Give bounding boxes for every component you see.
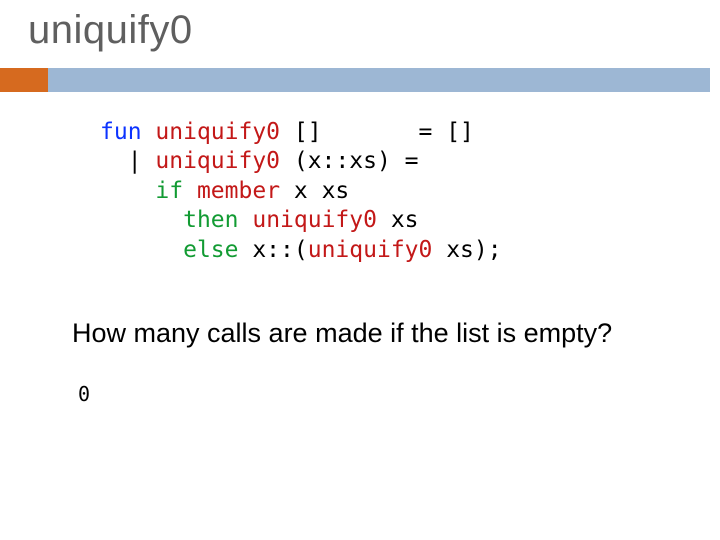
answer-text: 0 [78,382,90,406]
code-text [100,207,183,233]
ident-uniquify0: uniquify0 [155,148,280,174]
ident-uniquify0: uniquify0 [252,207,377,233]
code-text: xs); [432,237,501,263]
code-text: | [100,148,155,174]
code-text: x xs [280,178,349,204]
code-text [238,207,252,233]
keyword-else: else [183,237,238,263]
code-text: [] = [] [280,119,474,145]
keyword-if: if [155,178,183,204]
keyword-fun: fun [100,119,142,145]
code-text [100,178,155,204]
ident-uniquify0: uniquify0 [155,119,280,145]
code-text: x::( [238,237,307,263]
keyword-then: then [183,207,238,233]
accent-bar-blue [48,68,710,92]
code-text [142,119,156,145]
ident-uniquify0: uniquify0 [308,237,433,263]
code-block: fun uniquify0 [] = [] | uniquify0 (x::xs… [100,118,502,265]
code-text [100,237,183,263]
code-text: xs [377,207,419,233]
accent-bar-orange [0,68,48,92]
code-text [183,178,197,204]
title-underline [0,68,720,92]
slide-title: uniquify0 [28,8,193,53]
ident-member: member [197,178,280,204]
question-text: How many calls are made if the list is e… [72,318,632,350]
code-text: (x::xs) = [280,148,418,174]
